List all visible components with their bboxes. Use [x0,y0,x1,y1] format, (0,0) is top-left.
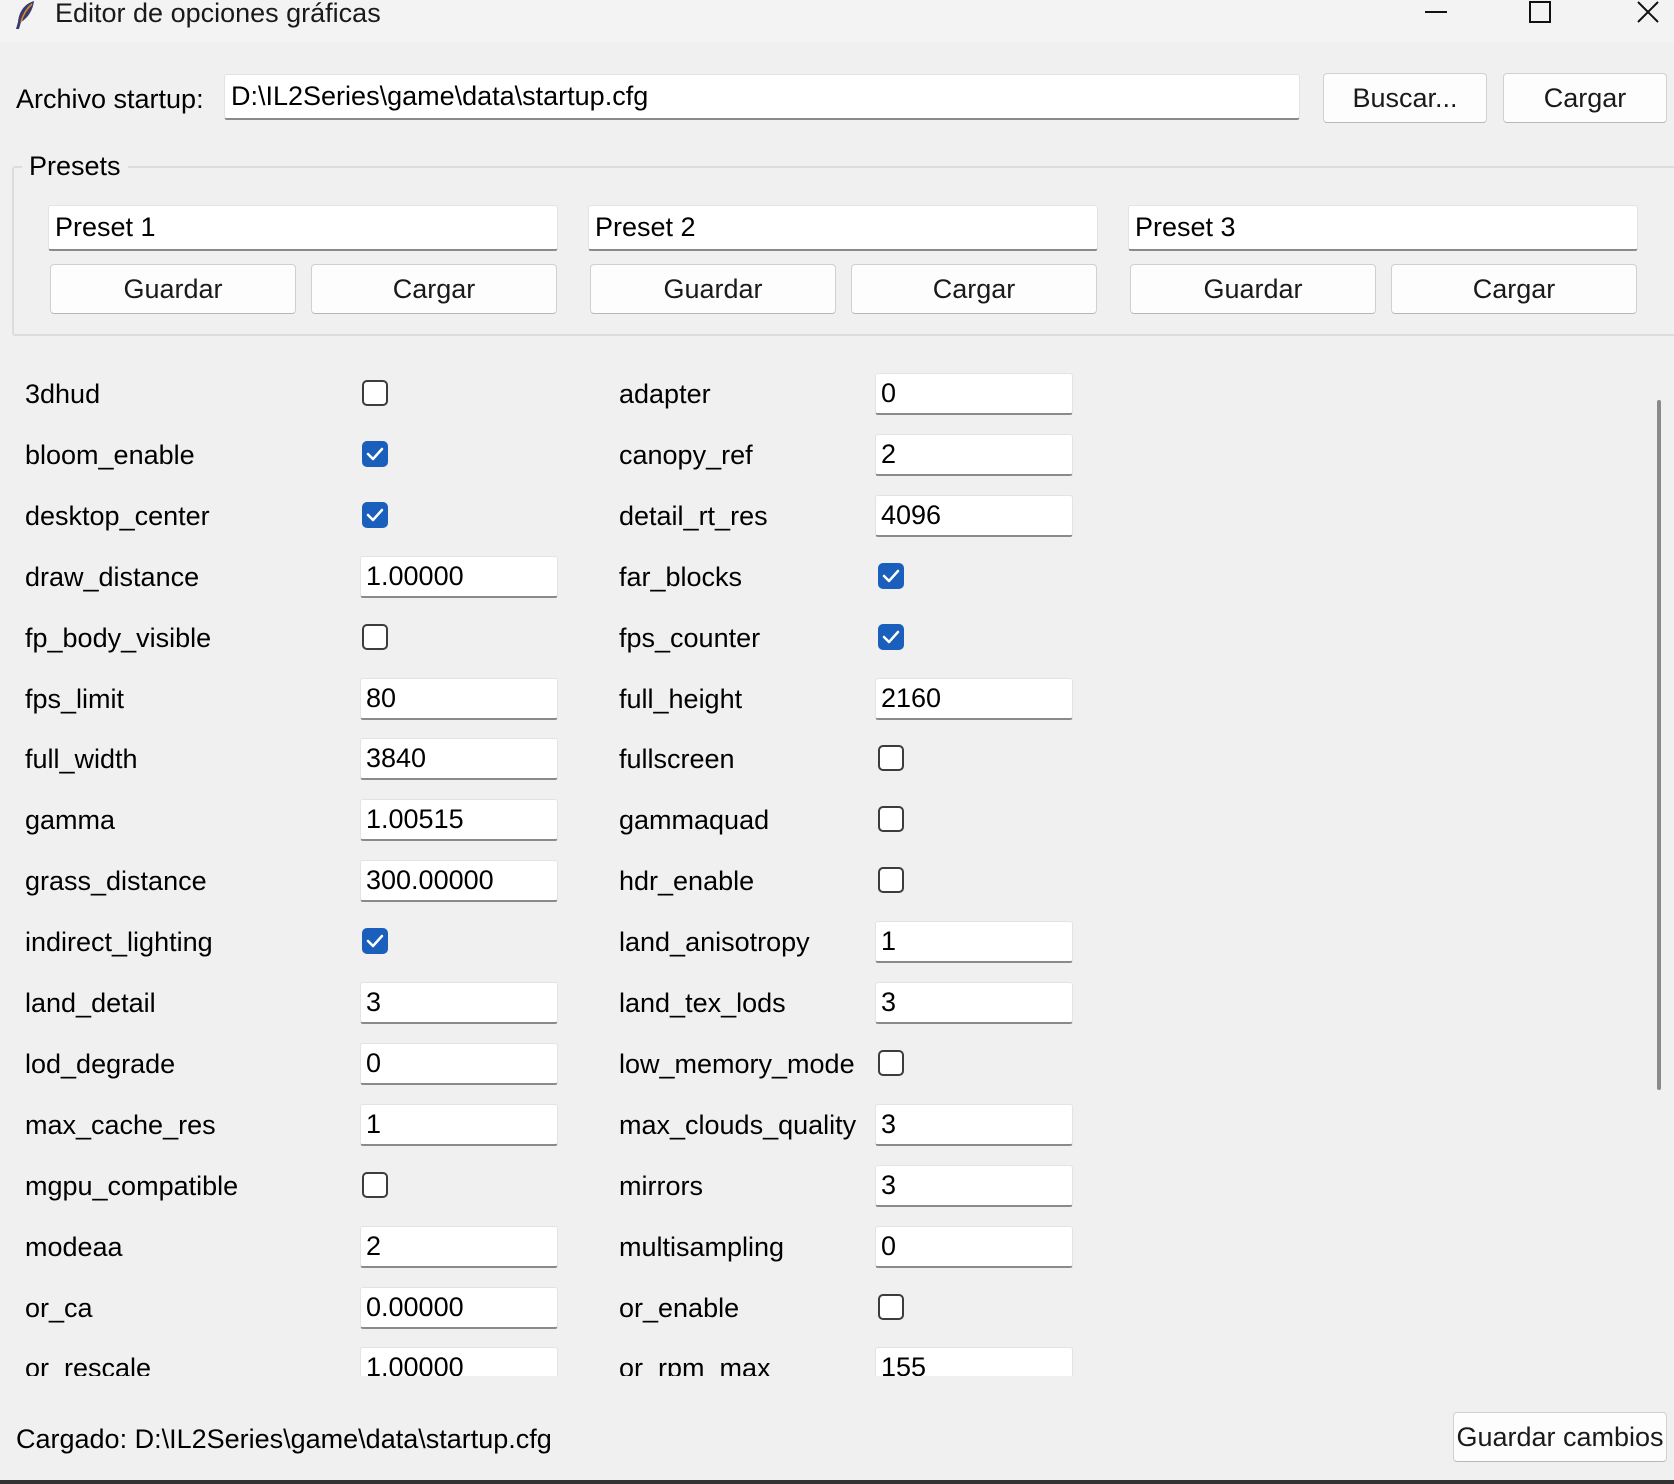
option-label-fullscreen: fullscreen [619,744,735,775]
option-label-canopy-ref: canopy_ref [619,439,753,470]
option-entry-land-detail[interactable] [360,982,558,1024]
option-entry-lod-degrade[interactable] [360,1042,558,1085]
option-label-far-blocks: far_blocks [619,561,743,592]
option-label-hdr-enable: hdr_enable [619,866,755,897]
option-entry-max-clouds-quality[interactable] [875,1103,1073,1146]
option-checkbox-desktop-center[interactable] [362,501,388,528]
option-label-land-anisotropy: land_anisotropy [619,927,810,958]
save-changes-button[interactable]: Guardar cambios [1453,1412,1667,1462]
option-checkbox-fp-body-visible[interactable] [362,623,388,650]
option-label-desktop-center: desktop_center [25,500,210,531]
window-title: Editor de opciones gráficas [55,0,381,28]
option-entry-canopy-ref[interactable] [875,433,1073,476]
option-entry-full-height[interactable] [875,677,1073,720]
option-label-draw-distance: draw_distance [25,561,200,592]
preset-3-name-input[interactable] [1128,205,1638,251]
options-clip [0,1376,1674,1406]
window-bottom-border [0,1480,1674,1484]
option-label-fps-limit: fps_limit [25,683,125,714]
option-entry-gamma[interactable] [360,799,558,842]
close-button[interactable] [1618,0,1674,28]
option-entry-full-width[interactable] [360,738,558,781]
option-entry-detail-rt-res[interactable] [875,494,1073,537]
option-checkbox-3dhud[interactable] [362,380,388,406]
preset-1-load-button[interactable]: Cargar [311,264,557,314]
feather-icon [14,0,38,30]
preset-3-save-button[interactable]: Guardar [1130,264,1376,314]
maximize-button[interactable] [1510,0,1570,28]
option-checkbox-bloom-enable[interactable] [362,440,388,467]
option-checkbox-fps-counter[interactable] [878,623,904,650]
option-label-or-ca: or_ca [25,1292,93,1323]
options-scrollbar[interactable] [1636,365,1656,1375]
option-label-land-detail: land_detail [25,988,156,1018]
option-checkbox-or-enable[interactable] [878,1293,904,1320]
option-checkbox-mgpu-compatible[interactable] [362,1171,388,1198]
presets-title: Presets [22,150,128,182]
option-entry-land-tex-lods[interactable] [875,982,1073,1024]
preset-1-name-input[interactable] [48,205,558,251]
option-label-or-enable: or_enable [619,1292,740,1323]
option-label-3dhud: 3dhud [25,379,101,409]
option-label-max-clouds-quality: max_clouds_quality [619,1109,857,1140]
option-label-low-memory-mode: low_memory_mode [619,1048,855,1079]
option-checkbox-gammaquad[interactable] [878,806,904,833]
option-label-detail-rt-res: detail_rt_res [619,500,768,531]
option-checkbox-far-blocks[interactable] [878,562,904,589]
option-label-full-width: full_width [25,744,138,775]
load-file-button[interactable]: Cargar [1503,73,1667,123]
option-entry-draw-distance[interactable] [360,555,558,598]
option-label-bloom-enable: bloom_enable [25,439,195,470]
option-label-indirect-lighting: indirect_lighting [25,927,213,958]
option-label-fp-body-visible: fp_body_visible [25,622,212,653]
option-label-full-height: full_height [619,683,743,714]
option-label-multisampling: multisampling [619,1231,785,1262]
option-label-mgpu-compatible: mgpu_compatible [25,1170,239,1201]
option-label-land-tex-lods: land_tex_lods [619,988,786,1018]
option-label-modeaa: modeaa [25,1231,123,1262]
maximize-icon [1529,1,1551,23]
option-entry-max-cache-res[interactable] [360,1103,558,1146]
browse-button[interactable]: Buscar... [1323,73,1487,123]
preset-2-load-button[interactable]: Cargar [851,264,1097,314]
option-label-max-cache-res: max_cache_res [25,1109,216,1140]
option-entry-modeaa[interactable] [360,1225,558,1268]
preset-2-name-input[interactable] [588,205,1098,251]
status-text: Cargado: D:\IL2Series\game\data\startup.… [16,1424,552,1454]
startup-path-input[interactable] [224,74,1300,120]
option-label-adapter: adapter [619,379,711,409]
option-label-mirrors: mirrors [619,1170,703,1201]
option-checkbox-fullscreen[interactable] [878,745,904,772]
scrollbar-thumb[interactable] [1657,400,1661,1090]
close-icon [1637,1,1659,23]
startup-file-label: Archivo startup: [16,84,204,114]
option-entry-or-ca[interactable] [360,1286,558,1329]
option-entry-grass-distance[interactable] [360,860,558,903]
option-label-gamma: gamma [25,805,116,836]
minimize-button[interactable] [1406,0,1466,28]
option-label-gammaquad: gammaquad [619,805,770,836]
option-entry-land-anisotropy[interactable] [875,921,1073,964]
preset-3-load-button[interactable]: Cargar [1391,264,1637,314]
title-bar: Editor de opciones gráficas [0,0,1674,42]
option-entry-mirrors[interactable] [875,1164,1073,1207]
preset-2-save-button[interactable]: Guardar [590,264,836,314]
option-checkbox-low-memory-mode[interactable] [878,1049,904,1076]
option-label-fps-counter: fps_counter [619,622,761,653]
option-entry-fps-limit[interactable] [360,677,558,720]
option-entry-multisampling[interactable] [875,1225,1073,1268]
preset-1-save-button[interactable]: Guardar [50,264,296,314]
option-label-grass-distance: grass_distance [25,866,207,897]
option-label-lod-degrade: lod_degrade [25,1048,176,1079]
option-checkbox-hdr-enable[interactable] [878,867,904,894]
option-checkbox-indirect-lighting[interactable] [362,928,388,955]
minimize-icon [1425,11,1447,13]
option-entry-adapter[interactable] [875,373,1073,415]
